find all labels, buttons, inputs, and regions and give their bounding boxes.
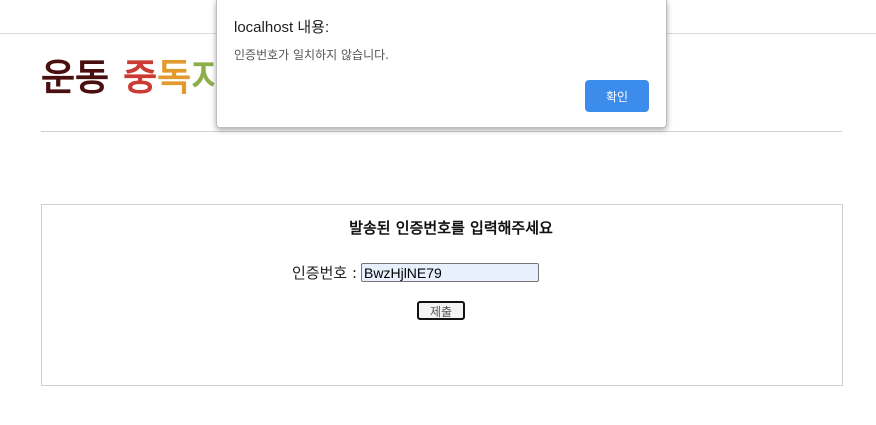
alert-dialog: localhost 내용: 인증번호가 일치하지 않습니다. 확인 bbox=[216, 0, 667, 128]
submit-button[interactable]: 제출 bbox=[417, 301, 465, 320]
verification-title: 발송된 인증번호를 입력해주세요 bbox=[349, 219, 553, 237]
alert-origin: localhost 내용: bbox=[234, 19, 330, 36]
logo-part-exercise: 운동 bbox=[41, 56, 110, 99]
verification-panel: 발송된 인증번호를 입력해주세요 인증번호 : 제출 bbox=[41, 204, 843, 386]
logo-part-jung: 중 bbox=[123, 56, 158, 99]
logo-part-dok: 독 bbox=[157, 56, 192, 99]
alert-message: 인증번호가 일치하지 않습니다. bbox=[234, 48, 389, 62]
site-logo[interactable]: 운동 중독지 bbox=[41, 56, 225, 100]
verification-code-input[interactable] bbox=[361, 263, 540, 282]
code-row: 인증번호 : bbox=[292, 262, 540, 283]
alert-ok-button[interactable]: 확인 bbox=[585, 80, 649, 112]
code-label: 인증번호 : bbox=[292, 264, 358, 282]
header-divider bbox=[41, 131, 842, 132]
